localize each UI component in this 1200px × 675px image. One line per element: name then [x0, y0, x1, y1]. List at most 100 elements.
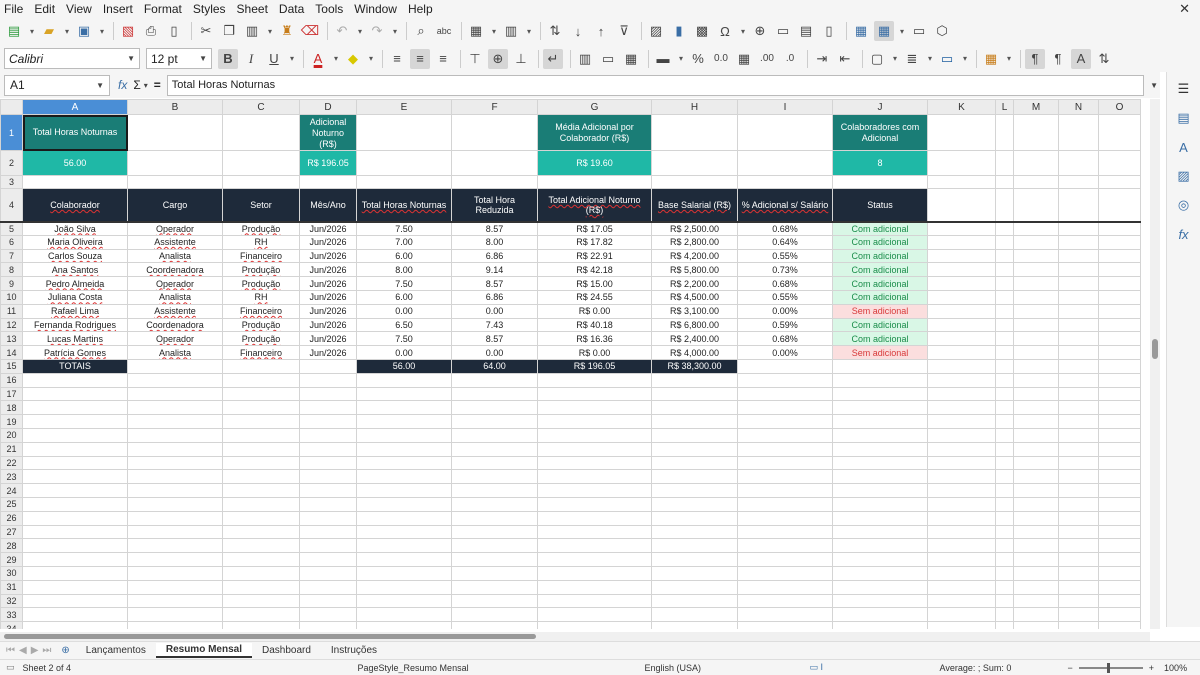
- selection-mode-icon[interactable]: ▭ I: [810, 662, 940, 673]
- cell[interactable]: [651, 455, 738, 471]
- cell[interactable]: [1098, 607, 1141, 623]
- cell[interactable]: [22, 386, 128, 402]
- cell[interactable]: [222, 150, 300, 176]
- cell[interactable]: [1058, 358, 1099, 374]
- cell[interactable]: [127, 150, 223, 176]
- row-header[interactable]: 12: [0, 317, 23, 333]
- cell[interactable]: [1098, 441, 1141, 457]
- cell-status[interactable]: Com adicional: [832, 331, 928, 347]
- cell[interactable]: [927, 607, 996, 623]
- cell[interactable]: [22, 414, 128, 429]
- cell[interactable]: [927, 276, 996, 291]
- cell[interactable]: [537, 524, 652, 540]
- cell[interactable]: [995, 496, 1014, 512]
- cell[interactable]: [737, 552, 833, 567]
- cell[interactable]: [651, 565, 738, 581]
- cell[interactable]: [651, 400, 738, 416]
- cell-collaborator[interactable]: Maria Oliveira: [22, 234, 128, 250]
- clear-formatting-icon[interactable]: ⌫: [300, 21, 320, 41]
- row-header[interactable]: 7: [0, 248, 23, 264]
- insert-image-icon[interactable]: ▨: [646, 21, 666, 41]
- cell[interactable]: [927, 483, 996, 498]
- cell[interactable]: [451, 524, 538, 540]
- cell[interactable]: [832, 565, 928, 581]
- paste-dropdown-icon[interactable]: ▾: [265, 21, 275, 41]
- cell[interactable]: [299, 552, 357, 567]
- cell[interactable]: [927, 317, 996, 333]
- cell[interactable]: [356, 400, 452, 416]
- conditional-format-icon[interactable]: ▦: [981, 49, 1001, 69]
- cell[interactable]: [1098, 289, 1141, 305]
- cell-night-bonus[interactable]: R$ 17.82: [537, 234, 652, 250]
- cell[interactable]: [1058, 538, 1099, 554]
- cell-bonus-percent[interactable]: 0.00%: [737, 303, 833, 319]
- cell[interactable]: [1058, 621, 1099, 629]
- cell-base-salary[interactable]: R$ 4,000.00: [651, 345, 738, 360]
- cell[interactable]: [927, 414, 996, 429]
- cell[interactable]: [22, 427, 128, 443]
- cell[interactable]: [927, 441, 996, 457]
- cell[interactable]: [299, 607, 357, 623]
- cell[interactable]: [451, 372, 538, 388]
- cell[interactable]: [1098, 372, 1141, 388]
- zoom-in-icon[interactable]: +: [1149, 663, 1154, 673]
- cell-base-salary[interactable]: R$ 4,500.00: [651, 289, 738, 305]
- cell-night-hours[interactable]: 7.50: [356, 221, 452, 236]
- sort-icon[interactable]: ⇅: [545, 21, 565, 41]
- cell[interactable]: [651, 150, 738, 176]
- cell[interactable]: [222, 358, 300, 374]
- cell-base-salary[interactable]: R$ 4,200.00: [651, 248, 738, 264]
- cell[interactable]: [737, 400, 833, 416]
- split-window-icon[interactable]: ▦: [874, 21, 894, 41]
- decrease-indent-icon[interactable]: ⇤: [835, 49, 855, 69]
- cell[interactable]: [1098, 496, 1141, 512]
- cell[interactable]: [995, 175, 1014, 189]
- cell[interactable]: [1098, 331, 1141, 347]
- cell[interactable]: [1098, 400, 1141, 416]
- number-format-icon[interactable]: 0.0: [711, 49, 731, 69]
- cell[interactable]: [222, 400, 300, 416]
- tab-lancamentos[interactable]: Lançamentos: [76, 644, 156, 657]
- cell-reduced-hours[interactable]: 8.57: [451, 221, 538, 236]
- cell[interactable]: [832, 483, 928, 498]
- cell[interactable]: [537, 414, 652, 429]
- cell[interactable]: [832, 427, 928, 443]
- row-header[interactable]: 2: [0, 150, 23, 176]
- totals-reduced[interactable]: 64.00: [451, 358, 538, 374]
- cell[interactable]: [22, 469, 128, 485]
- cell[interactable]: [737, 358, 833, 374]
- total-hours-title[interactable]: Total Horas Noturnas: [22, 114, 128, 151]
- cell[interactable]: [737, 538, 833, 554]
- cell[interactable]: [995, 579, 1014, 595]
- undo-dropdown-icon[interactable]: ▾: [355, 21, 365, 41]
- cell-status[interactable]: Com adicional: [832, 317, 928, 333]
- cell[interactable]: [222, 414, 300, 429]
- cell[interactable]: [1013, 248, 1059, 264]
- cell[interactable]: [995, 345, 1014, 360]
- cell[interactable]: [127, 483, 223, 498]
- cell[interactable]: [222, 538, 300, 554]
- row-header[interactable]: 4: [0, 188, 23, 222]
- row-header[interactable]: 32: [0, 593, 23, 609]
- cell[interactable]: [1058, 579, 1099, 595]
- cell[interactable]: [222, 524, 300, 540]
- cell[interactable]: [1013, 593, 1059, 609]
- cell[interactable]: [356, 510, 452, 526]
- cell-night-hours[interactable]: 7.50: [356, 331, 452, 347]
- cell[interactable]: [537, 175, 652, 189]
- cell[interactable]: [222, 386, 300, 402]
- cut-icon[interactable]: ✂: [196, 21, 216, 41]
- cell[interactable]: [1013, 510, 1059, 526]
- cell[interactable]: [537, 427, 652, 443]
- cell[interactable]: [1098, 469, 1141, 485]
- menu-data[interactable]: Data: [279, 2, 304, 16]
- cell[interactable]: [1058, 441, 1099, 457]
- align-center-icon[interactable]: ≡: [410, 48, 430, 69]
- cell[interactable]: [651, 427, 738, 443]
- cell[interactable]: [537, 510, 652, 526]
- row-header[interactable]: 27: [0, 524, 23, 540]
- cell[interactable]: [995, 262, 1014, 278]
- cell[interactable]: [995, 524, 1014, 540]
- language[interactable]: English (USA): [645, 663, 810, 673]
- cell-role[interactable]: Analista: [127, 345, 223, 360]
